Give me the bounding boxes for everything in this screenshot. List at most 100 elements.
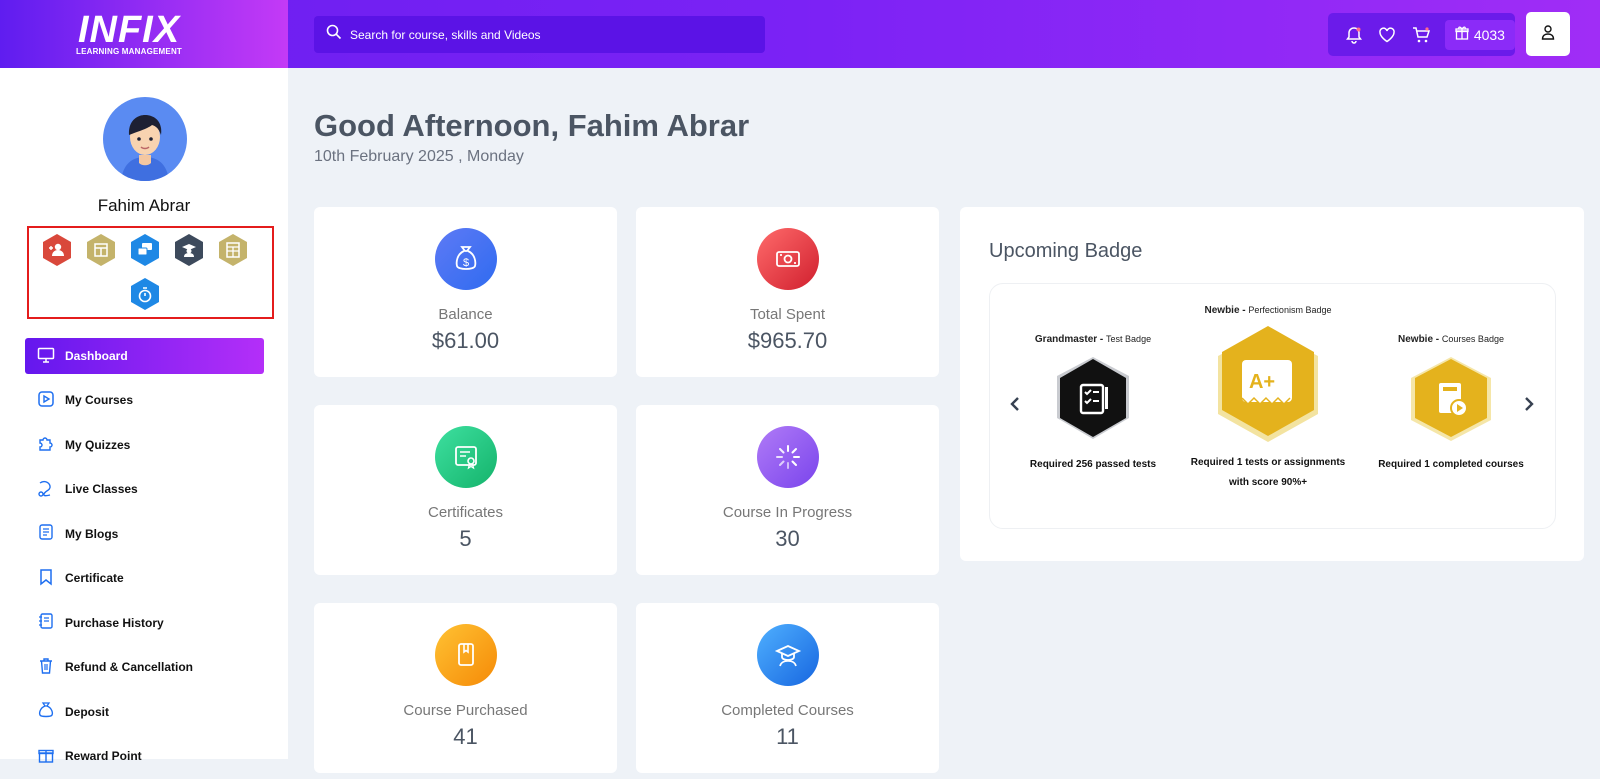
user-menu-button[interactable] [1526,12,1570,56]
stat-card-certificates[interactable]: Certificates 5 [314,405,617,575]
sidebar-item-live-classes[interactable]: Live Classes [25,467,264,512]
stat-value: $61.00 [431,328,500,353]
sidebar-menu: Dashboard My Courses My Quizzes Live Cla… [25,338,264,779]
upcoming-badge-card: Upcoming Badge Grandmaster - Test Badge … [960,207,1584,561]
stat-label: Balance [438,306,493,323]
sidebar-item-label: Certificate [65,571,124,586]
cart-icon[interactable] [1411,24,1431,46]
stat-card-balance[interactable]: $ Balance $61.00 [314,207,617,377]
avatar[interactable] [103,97,187,181]
blog-icon [37,523,55,544]
gift-icon [1455,26,1469,43]
sidebar-item-refund[interactable]: Refund & Cancellation [25,645,264,690]
stat-label: Total Spent [749,306,826,323]
book-icon [434,624,497,686]
badge-chat[interactable] [128,233,162,267]
page-title: Good Afternoon, Fahim Abrar [314,108,750,143]
sidebar-item-deposit[interactable]: Deposit [25,690,264,735]
badge-item-perfectionism[interactable]: Newbie - Perfectionism Badge A+ Required… [1186,305,1350,493]
sidebar-item-label: Deposit [65,704,110,719]
heart-icon[interactable] [1378,24,1398,46]
sidebar-item-certificate[interactable]: Certificate [25,556,264,601]
search-input[interactable] [350,27,750,42]
stat-card-course-in-progress[interactable]: Course In Progress 30 [636,405,939,575]
puzzle-icon [37,434,55,455]
perfectionism-badge-icon: A+ [1206,324,1330,448]
sidebar: Fahim Abrar Dashboard My Courses My Quiz… [0,68,288,763]
badge-item-test[interactable]: Grandmaster - Test Badge Required 256 pa… [1021,334,1165,475]
badge-title: Grandmaster - Test Badge [1034,334,1152,345]
svg-text:$: $ [462,257,468,269]
test-badge-icon [1047,353,1139,445]
stat-label: Course Purchased [403,702,528,719]
stat-value: 30 [775,526,800,551]
earned-badges [27,226,274,319]
badge-item-courses[interactable]: Newbie - Courses Badge Required 1 comple… [1366,334,1536,475]
certificate-icon [434,426,497,488]
cash-icon [756,228,819,290]
sidebar-item-my-blogs[interactable]: My Blogs [25,512,264,557]
sidebar-item-my-courses[interactable]: My Courses [25,378,264,423]
stat-value: 11 [776,724,799,749]
current-date: 10th February 2025 , Monday [314,148,524,165]
play-square-icon [37,390,55,411]
points-value: 4033 [1473,26,1505,43]
upcoming-badge-title: Upcoming Badge [989,240,1143,262]
badge-carousel: Grandmaster - Test Badge Required 256 pa… [989,283,1556,529]
sidebar-item-label: Purchase History [65,615,164,630]
sidebar-item-label: Reward Point [65,749,142,764]
sidebar-item-label: Live Classes [65,482,138,497]
trash-icon [37,657,55,678]
badge-user-plus[interactable] [40,233,74,267]
stat-label: Completed Courses [721,702,854,719]
bookmark-icon [37,568,55,589]
stat-card-completed-courses[interactable]: Completed Courses 11 [636,603,939,773]
sidebar-item-dashboard[interactable]: Dashboard [25,338,264,374]
money-bag-icon: $ [434,228,497,290]
header-actions: 4033 [1328,13,1515,56]
badge-requirement: Required 1 tests or assignments with scor… [1190,457,1346,488]
badge-requirement: Required 256 passed tests [1029,459,1157,470]
user-icon [1540,24,1556,45]
logo-subtitle: LEARNING MANAGEMENT [75,46,183,56]
badge-table[interactable] [216,233,250,267]
courses-badge-icon [1405,353,1497,445]
main-content: Good Afternoon, Fahim Abrar 10th Februar… [288,68,1600,773]
search-bar[interactable] [314,16,765,53]
sidebar-item-label: Refund & Cancellation [65,660,194,675]
bell-icon[interactable] [1344,24,1364,46]
user-name: Fahim Abrar [97,196,191,215]
badge-graduate[interactable] [172,233,206,267]
reward-points[interactable]: 4033 [1444,19,1515,50]
logo[interactable]: INFIX LEARNING MANAGEMENT [0,0,288,68]
progress-icon [756,426,819,488]
badge-title: Newbie - Perfectionism Badge [1204,305,1332,316]
receipt-icon [37,612,55,633]
stat-card-total-spent[interactable]: Total Spent $965.70 [636,207,939,377]
stat-card-course-purchased[interactable]: Course Purchased 41 [314,603,617,773]
sidebar-item-purchase-history[interactable]: Purchase History [25,601,264,646]
sidebar-item-label: My Quizzes [65,437,131,452]
top-header: INFIX LEARNING MANAGEMENT 4033 [0,0,1600,68]
money-bag-icon [37,701,55,722]
badge-timer[interactable] [128,277,162,311]
monitor-icon [37,346,55,367]
graduate-icon [756,624,819,686]
stat-value: 5 [459,526,472,551]
chevron-left-icon [1009,396,1021,417]
sidebar-item-my-quizzes[interactable]: My Quizzes [25,423,264,468]
gift-icon [37,746,55,767]
badge-requirement: Required 1 completed courses [1378,459,1524,470]
sidebar-item-label: My Blogs [65,526,119,541]
stat-label: Course In Progress [722,504,853,521]
stat-label: Certificates [427,504,504,521]
search-icon [326,24,342,45]
stat-value: $965.70 [747,328,828,353]
badge-layout[interactable] [84,233,118,267]
badge-title: Newbie - Courses Badge [1398,334,1504,345]
sidebar-item-label: Dashboard [65,349,128,363]
stat-value: 41 [453,724,478,749]
logo-text: INFIX [77,8,181,51]
sidebar-item-reward-point[interactable]: Reward Point [25,734,264,779]
svg-text:A+: A+ [1249,371,1275,393]
